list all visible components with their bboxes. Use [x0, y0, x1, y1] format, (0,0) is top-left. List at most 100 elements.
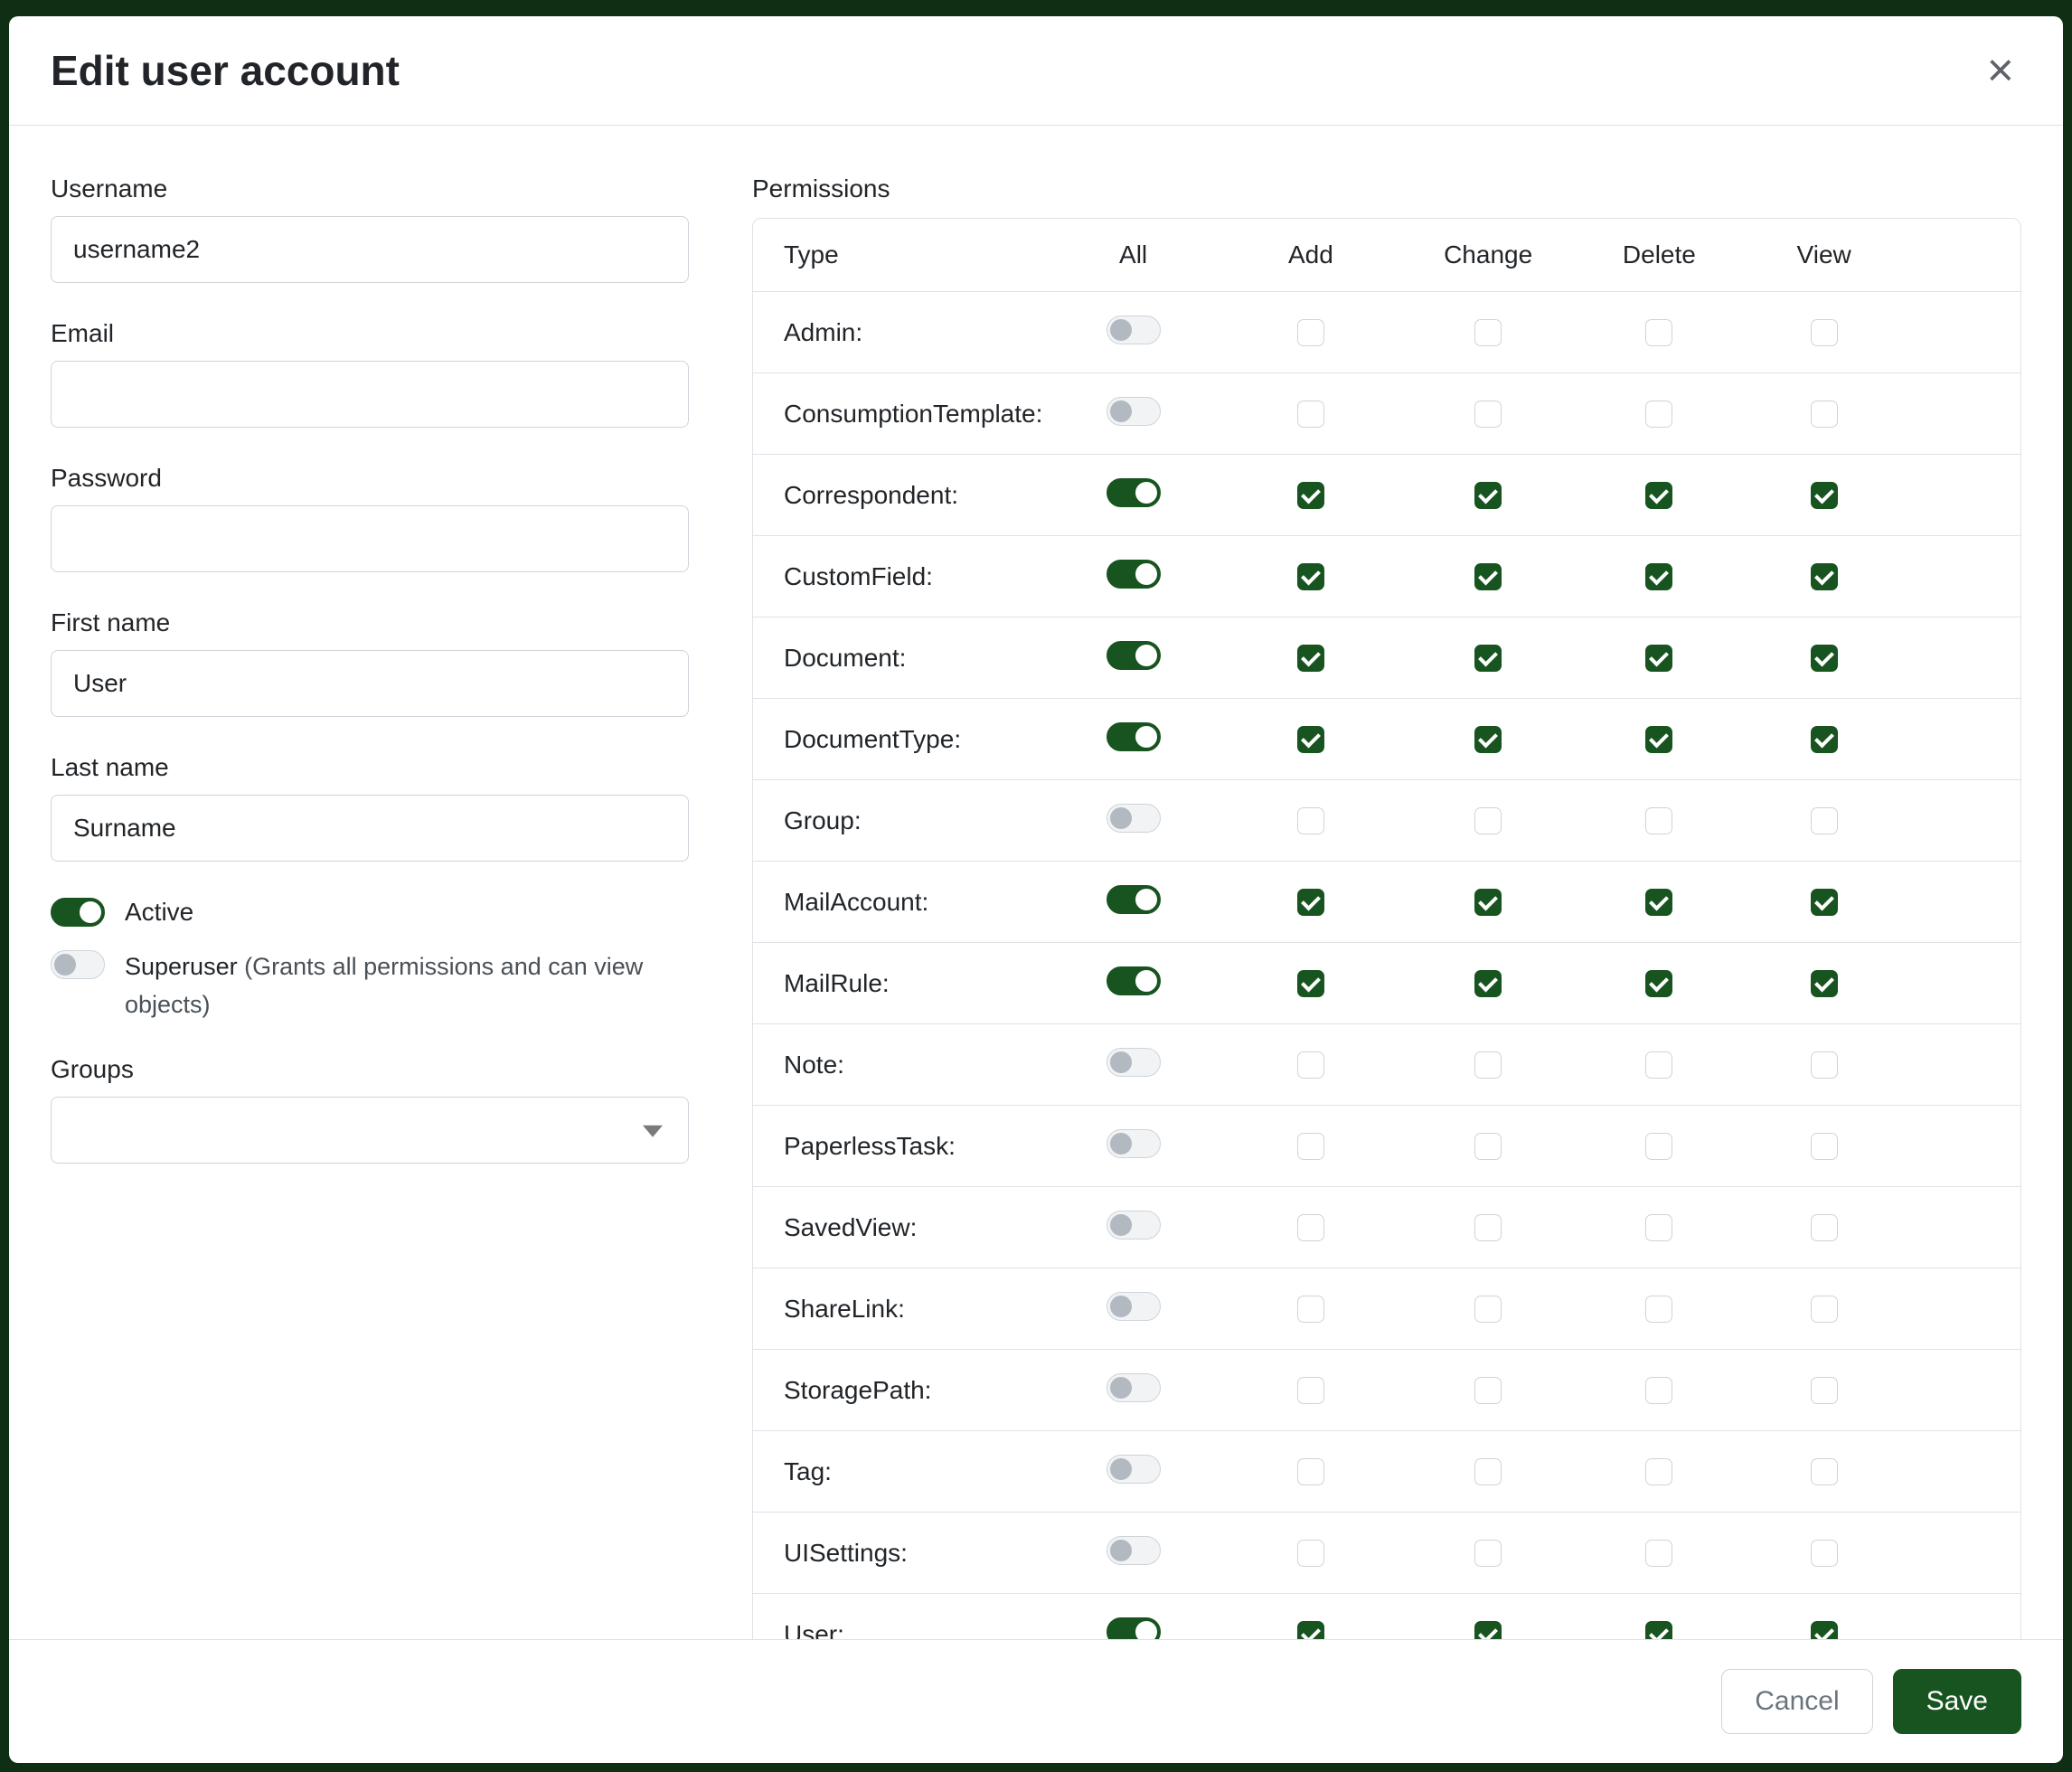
permission-view-checkbox[interactable]: [1811, 401, 1838, 428]
permission-add-checkbox[interactable]: [1297, 1296, 1324, 1323]
permission-delete-checkbox[interactable]: [1645, 482, 1672, 509]
permission-type-label: Group:: [753, 780, 1044, 862]
permission-change-checkbox[interactable]: [1474, 1458, 1502, 1485]
permission-view-checkbox[interactable]: [1811, 319, 1838, 346]
email-field[interactable]: [51, 361, 689, 428]
permission-all-toggle[interactable]: [1107, 1455, 1161, 1484]
permission-change-checkbox[interactable]: [1474, 1133, 1502, 1160]
permission-add-checkbox[interactable]: [1297, 726, 1324, 753]
permission-change-checkbox[interactable]: [1474, 1051, 1502, 1079]
permission-change-checkbox[interactable]: [1474, 482, 1502, 509]
permission-delete-checkbox[interactable]: [1645, 1377, 1672, 1404]
permission-all-toggle[interactable]: [1107, 641, 1161, 670]
permission-delete-checkbox[interactable]: [1645, 1540, 1672, 1567]
permission-add-checkbox[interactable]: [1297, 1458, 1324, 1485]
permission-view-checkbox[interactable]: [1811, 1133, 1838, 1160]
permission-view-checkbox[interactable]: [1811, 1051, 1838, 1079]
permission-all-toggle[interactable]: [1107, 722, 1161, 751]
permission-view-checkbox[interactable]: [1811, 1377, 1838, 1404]
permission-view-checkbox[interactable]: [1811, 1621, 1838, 1640]
permission-all-toggle[interactable]: [1107, 1536, 1161, 1565]
permission-change-checkbox[interactable]: [1474, 401, 1502, 428]
permission-all-toggle[interactable]: [1107, 1373, 1161, 1402]
permission-all-toggle[interactable]: [1107, 316, 1161, 344]
permission-change-checkbox[interactable]: [1474, 645, 1502, 672]
permission-add-checkbox[interactable]: [1297, 889, 1324, 916]
last-name-field[interactable]: [51, 795, 689, 862]
cancel-button[interactable]: Cancel: [1721, 1669, 1872, 1734]
permission-delete-checkbox[interactable]: [1645, 563, 1672, 590]
permission-add-checkbox[interactable]: [1297, 1377, 1324, 1404]
groups-select[interactable]: [51, 1097, 689, 1164]
permission-add-checkbox[interactable]: [1297, 1051, 1324, 1079]
permission-view-checkbox[interactable]: [1811, 1540, 1838, 1567]
first-name-field[interactable]: [51, 650, 689, 717]
permission-add-checkbox[interactable]: [1297, 1540, 1324, 1567]
permission-delete-checkbox[interactable]: [1645, 401, 1672, 428]
permission-delete-checkbox[interactable]: [1645, 1458, 1672, 1485]
permission-view-checkbox[interactable]: [1811, 970, 1838, 997]
permission-delete-checkbox[interactable]: [1645, 1051, 1672, 1079]
permission-all-toggle[interactable]: [1107, 1292, 1161, 1321]
permission-view-checkbox[interactable]: [1811, 1214, 1838, 1241]
permission-delete-checkbox[interactable]: [1645, 889, 1672, 916]
permission-delete-checkbox[interactable]: [1645, 970, 1672, 997]
permission-add-checkbox[interactable]: [1297, 1133, 1324, 1160]
permission-delete-checkbox[interactable]: [1645, 1296, 1672, 1323]
permission-view-checkbox[interactable]: [1811, 1296, 1838, 1323]
permission-all-toggle[interactable]: [1107, 804, 1161, 833]
superuser-toggle[interactable]: [51, 950, 105, 979]
permission-delete-checkbox[interactable]: [1645, 726, 1672, 753]
permission-all-toggle[interactable]: [1107, 1129, 1161, 1158]
permission-all-toggle[interactable]: [1107, 1048, 1161, 1077]
permission-all-toggle[interactable]: [1107, 966, 1161, 995]
permission-all-toggle[interactable]: [1107, 397, 1161, 426]
spacer-cell: [1907, 1106, 2020, 1187]
permission-change-checkbox[interactable]: [1474, 1540, 1502, 1567]
permission-add-checkbox[interactable]: [1297, 319, 1324, 346]
close-button[interactable]: ×: [1980, 43, 2021, 98]
active-toggle[interactable]: [51, 898, 105, 927]
permission-view-checkbox[interactable]: [1811, 1458, 1838, 1485]
permission-view-checkbox[interactable]: [1811, 726, 1838, 753]
permission-add-checkbox[interactable]: [1297, 401, 1324, 428]
permission-delete-checkbox[interactable]: [1645, 807, 1672, 834]
permission-add-checkbox[interactable]: [1297, 1214, 1324, 1241]
permission-change-checkbox[interactable]: [1474, 970, 1502, 997]
permission-view-checkbox[interactable]: [1811, 807, 1838, 834]
spacer-cell: [1907, 862, 2020, 943]
permission-delete-checkbox[interactable]: [1645, 1621, 1672, 1640]
password-field[interactable]: [51, 505, 689, 572]
permission-row: ConsumptionTemplate:: [753, 373, 2020, 455]
permission-all-toggle[interactable]: [1107, 1211, 1161, 1239]
permission-add-checkbox[interactable]: [1297, 482, 1324, 509]
permission-change-checkbox[interactable]: [1474, 1377, 1502, 1404]
permission-add-checkbox[interactable]: [1297, 563, 1324, 590]
permission-change-checkbox[interactable]: [1474, 1621, 1502, 1640]
permission-view-checkbox[interactable]: [1811, 645, 1838, 672]
permission-delete-checkbox[interactable]: [1645, 319, 1672, 346]
permission-view-checkbox[interactable]: [1811, 482, 1838, 509]
permission-add-checkbox[interactable]: [1297, 970, 1324, 997]
permission-change-checkbox[interactable]: [1474, 1214, 1502, 1241]
permission-all-toggle[interactable]: [1107, 560, 1161, 589]
permission-delete-checkbox[interactable]: [1645, 1214, 1672, 1241]
permission-all-toggle[interactable]: [1107, 885, 1161, 914]
permission-all-toggle[interactable]: [1107, 478, 1161, 507]
permission-view-checkbox[interactable]: [1811, 563, 1838, 590]
permission-change-checkbox[interactable]: [1474, 563, 1502, 590]
permission-view-checkbox[interactable]: [1811, 889, 1838, 916]
permission-all-toggle[interactable]: [1107, 1617, 1161, 1639]
save-button[interactable]: Save: [1893, 1669, 2021, 1734]
permission-change-checkbox[interactable]: [1474, 807, 1502, 834]
permission-add-checkbox[interactable]: [1297, 807, 1324, 834]
permission-change-checkbox[interactable]: [1474, 726, 1502, 753]
permission-change-checkbox[interactable]: [1474, 319, 1502, 346]
permission-change-checkbox[interactable]: [1474, 889, 1502, 916]
permission-add-checkbox[interactable]: [1297, 645, 1324, 672]
permission-delete-checkbox[interactable]: [1645, 645, 1672, 672]
permission-add-checkbox[interactable]: [1297, 1621, 1324, 1640]
permission-delete-checkbox[interactable]: [1645, 1133, 1672, 1160]
username-input[interactable]: [51, 216, 689, 283]
permission-change-checkbox[interactable]: [1474, 1296, 1502, 1323]
